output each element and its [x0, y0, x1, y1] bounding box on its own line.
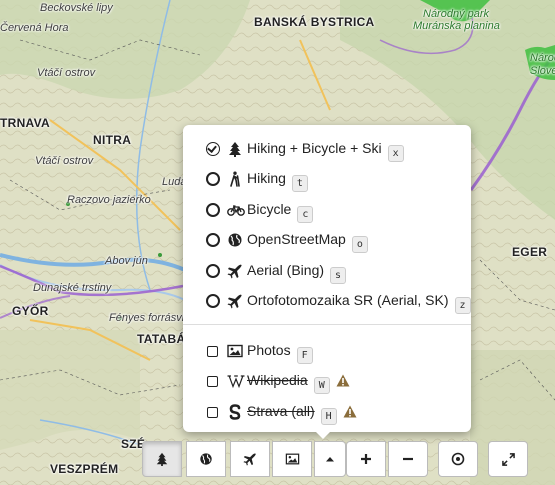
- layer-option-aerial-bing[interactable]: Aerial (Bing) s: [183, 257, 471, 285]
- plane-icon: [227, 294, 242, 309]
- place-label: Fényes forrásvid: [109, 312, 191, 324]
- warning-icon: [336, 374, 350, 387]
- radio-icon[interactable]: [206, 233, 220, 247]
- place-label-park: Národný park: [423, 8, 490, 20]
- layer-menu-toggle-button[interactable]: [314, 441, 346, 477]
- layer-label: Ortofotomozaika SR (Aerial, SK): [247, 292, 449, 308]
- place-label-park: Slove: [530, 65, 555, 77]
- overlay-photos-button[interactable]: [272, 441, 312, 477]
- place-label: Raczovo jazierko: [67, 194, 151, 206]
- overlay-label: Wikipedia: [247, 372, 308, 388]
- place-label-city: VESZPRÉM: [50, 462, 119, 476]
- place-label: Vtáčí ostrov: [37, 67, 96, 79]
- fullscreen-button[interactable]: [488, 441, 528, 477]
- shortcut-key: x: [387, 145, 404, 162]
- shortcut-key: W: [313, 377, 330, 394]
- globe-icon: [200, 453, 212, 465]
- zoom-out-button[interactable]: [388, 441, 428, 477]
- layer-switcher-menu: Hiking + Bicycle + Ski x Hiking t Bicycle c…: [183, 125, 471, 439]
- overlay-option-photos[interactable]: Photos F: [183, 337, 471, 365]
- layer-option-bicycle[interactable]: Bicycle c: [183, 196, 471, 224]
- place-label-city: EGER: [512, 245, 548, 259]
- overlay-label: Photos: [247, 342, 291, 358]
- place-label: Beckovské lipy: [40, 2, 113, 14]
- plane-icon: [227, 264, 242, 279]
- shortcut-key: t: [291, 175, 308, 192]
- radio-icon[interactable]: [206, 294, 220, 308]
- zoom-in-button[interactable]: [346, 441, 386, 477]
- shortcut-key: c: [297, 206, 314, 223]
- locate-me-button[interactable]: [438, 441, 478, 477]
- layer-option-hiking[interactable]: Hiking t: [183, 165, 471, 193]
- plus-icon: [361, 454, 371, 464]
- radio-icon[interactable]: [206, 172, 220, 186]
- wikipedia-icon: [227, 375, 245, 389]
- layer-option-hiking-bicycle-ski[interactable]: Hiking + Bicycle + Ski x: [183, 135, 471, 163]
- globe-icon: [228, 233, 242, 247]
- tree-icon: [156, 452, 168, 466]
- layer-label: OpenStreetMap: [247, 231, 346, 247]
- radio-checked-icon[interactable]: [206, 142, 220, 156]
- place-label-city: TRNAVA: [0, 116, 51, 130]
- base-layer-aerial-button[interactable]: [230, 441, 270, 477]
- bicycle-icon: [227, 205, 245, 216]
- shortcut-key: z: [454, 297, 471, 314]
- base-layer-globe-button[interactable]: [186, 441, 226, 477]
- place-label-city: GYŐR: [12, 304, 49, 318]
- layer-option-openstreetmap[interactable]: OpenStreetMap o: [183, 226, 471, 254]
- overlay-option-wikipedia[interactable]: Wikipedia W: [183, 367, 471, 395]
- place-label: Abov jún: [105, 255, 148, 267]
- overlay-option-strava[interactable]: Strava (all) H: [183, 398, 471, 426]
- place-label: Vtáčí ostrov: [35, 155, 94, 167]
- tree-icon: [229, 142, 241, 157]
- place-label-city: BANSKÁ BYSTRICA: [254, 15, 375, 29]
- strava-icon: [229, 404, 241, 420]
- place-label: Dunajské trstiny: [33, 282, 112, 294]
- layer-label: Hiking: [247, 170, 286, 186]
- shortcut-key: H: [320, 408, 337, 425]
- place-label-park: Muránska planina: [413, 20, 500, 32]
- caret-up-icon: [326, 457, 334, 462]
- layer-label: Aerial (Bing): [247, 262, 325, 278]
- shortcut-key: F: [296, 347, 313, 364]
- locate-icon: [451, 452, 465, 466]
- layer-label: Hiking + Bicycle + Ski: [247, 140, 382, 156]
- shortcut-key: s: [330, 267, 347, 284]
- base-layer-tree-button[interactable]: [142, 441, 182, 477]
- expand-icon: [501, 452, 515, 466]
- place-label: Červená Hora: [0, 22, 69, 34]
- layer-option-ortofotomozaika[interactable]: Ortofotomozaika SR (Aerial, SK) z: [183, 287, 471, 315]
- layer-label: Bicycle: [247, 201, 292, 217]
- overlay-label: Strava (all): [247, 403, 315, 419]
- hiker-icon: [230, 171, 240, 187]
- warning-icon: [343, 405, 357, 418]
- place-label-park: Národ: [530, 52, 555, 64]
- checkbox-icon[interactable]: [207, 407, 218, 418]
- photo-icon: [285, 453, 299, 465]
- photo-icon: [227, 344, 243, 358]
- radio-icon[interactable]: [206, 203, 220, 217]
- minus-icon: [403, 457, 413, 461]
- checkbox-icon[interactable]: [207, 376, 218, 387]
- radio-icon[interactable]: [206, 264, 220, 278]
- menu-divider: [183, 324, 471, 325]
- plane-icon: [243, 453, 256, 466]
- checkbox-icon[interactable]: [207, 346, 218, 357]
- shortcut-key: o: [351, 236, 368, 253]
- place-label-city: NITRA: [93, 133, 132, 147]
